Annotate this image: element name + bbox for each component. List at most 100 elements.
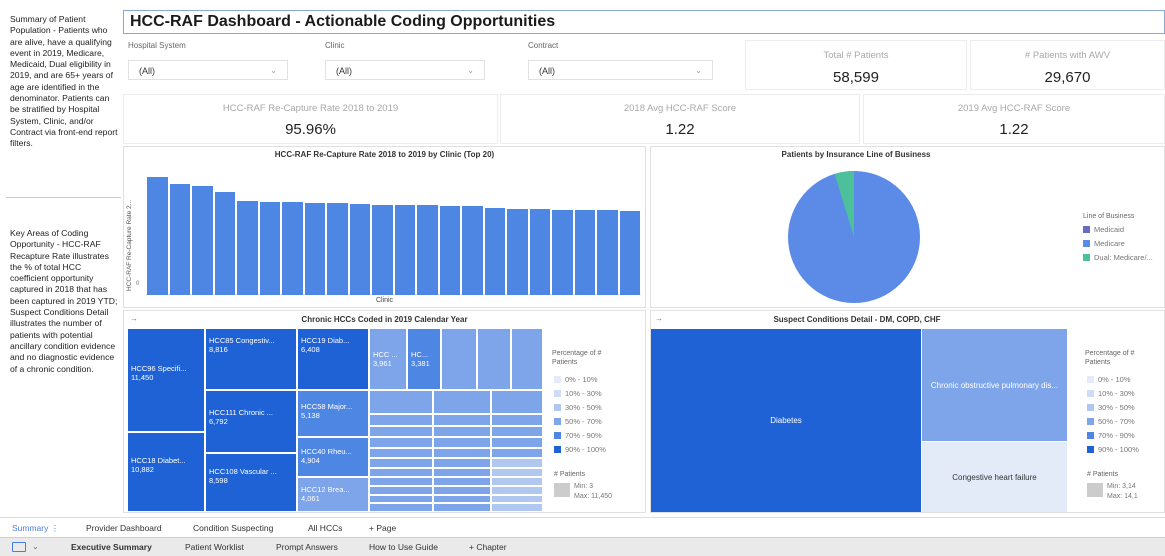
treemap-cell[interactable] xyxy=(433,414,491,426)
bar-clinic-9[interactable] xyxy=(327,202,348,295)
treemap-cell-chf[interactable]: Congestive heart failure xyxy=(921,441,1067,512)
treemap-cell[interactable] xyxy=(433,458,491,468)
treemap-cell[interactable] xyxy=(369,486,433,495)
bar-clinic-12[interactable] xyxy=(394,205,415,295)
treemap-cell[interactable]: HCC40 Rheu... 4,904 xyxy=(297,437,369,477)
pct-legend-item[interactable]: 90% - 100% xyxy=(1087,445,1139,454)
bar-clinic-17[interactable] xyxy=(507,208,528,295)
treemap-cell[interactable] xyxy=(433,437,491,448)
treemap-cell[interactable] xyxy=(477,328,511,390)
tab-provider-dashboard[interactable]: Provider Dashboard xyxy=(86,523,162,533)
legend-item-medicare[interactable]: Medicare xyxy=(1083,239,1125,248)
pct-legend-item[interactable]: 0% - 10% xyxy=(554,375,598,384)
treemap-cell-copd[interactable]: Chronic obstructive pulmonary dis... xyxy=(921,329,1067,441)
bar-clinic-2[interactable] xyxy=(169,183,190,295)
treemap-cell[interactable]: HCC18 Diabet... 10,882 xyxy=(127,432,205,512)
chapter-how-to-use-guide[interactable]: How to Use Guide xyxy=(369,542,438,552)
treemap-cell[interactable] xyxy=(433,448,491,458)
treemap-cell[interactable] xyxy=(491,458,543,468)
treemap-cell[interactable] xyxy=(433,477,491,486)
pct-legend-item[interactable]: 90% - 100% xyxy=(554,445,606,454)
treemap-cell[interactable] xyxy=(369,468,433,477)
bar-clinic-5[interactable] xyxy=(237,200,258,295)
pct-legend-item[interactable]: 0% - 10% xyxy=(1087,375,1131,384)
add-chapter-button[interactable]: + Chapter xyxy=(469,542,507,552)
treemap-cell[interactable] xyxy=(369,390,433,414)
treemap-cell[interactable] xyxy=(369,477,433,486)
treemap-cell[interactable] xyxy=(491,503,543,512)
treemap-cell[interactable] xyxy=(491,448,543,458)
treemap-cell[interactable]: HCC85 Congestiv... 8,816 xyxy=(205,328,297,390)
treemap-cell[interactable] xyxy=(369,503,433,512)
treemap-cell[interactable] xyxy=(491,495,543,503)
treemap-cell[interactable]: HCC108 Vascular ... 8,598 xyxy=(205,453,297,512)
bar-clinic-10[interactable] xyxy=(349,204,370,295)
treemap-cell[interactable] xyxy=(369,458,433,468)
treemap-cell[interactable] xyxy=(491,390,543,414)
treemap-cell[interactable] xyxy=(369,437,433,448)
pct-legend-item[interactable]: 70% - 90% xyxy=(554,431,602,440)
bar-clinic-21[interactable] xyxy=(597,209,618,295)
chapter-executive-summary[interactable]: Executive Summary xyxy=(71,542,152,552)
bar-clinic-15[interactable] xyxy=(462,206,483,295)
treemap-cell[interactable]: HCC96 Specifi... 11,450 xyxy=(127,328,205,432)
contract-select[interactable]: (All) ⌄ xyxy=(528,60,713,80)
pct-legend-item[interactable]: 50% - 70% xyxy=(554,417,602,426)
pct-legend-item[interactable]: 10% - 30% xyxy=(554,389,602,398)
bar-clinic-18[interactable] xyxy=(529,208,550,295)
bar-clinic-13[interactable] xyxy=(417,205,438,295)
bar-clinic-1[interactable] xyxy=(147,176,168,295)
pct-legend-item[interactable]: 50% - 70% xyxy=(1087,417,1135,426)
bar-clinic-20[interactable] xyxy=(574,209,595,295)
treemap-cell[interactable] xyxy=(491,414,543,426)
treemap-cell[interactable] xyxy=(511,328,543,390)
treemap-cell[interactable]: HCC19 Diab... 6,408 xyxy=(297,328,369,390)
pct-legend-item[interactable]: 30% - 50% xyxy=(554,403,602,412)
bar-clinic-3[interactable] xyxy=(192,186,213,295)
treemap-cell[interactable]: HCC ... 3,961 xyxy=(369,328,407,390)
tab-all-hccs[interactable]: All HCCs xyxy=(308,523,342,533)
bar-clinic-19[interactable] xyxy=(552,209,573,295)
hospital-system-select[interactable]: (All) ⌄ xyxy=(128,60,288,80)
chapter-prompt-answers[interactable]: Prompt Answers xyxy=(276,542,338,552)
treemap-cell[interactable]: HCC58 Major... 5,138 xyxy=(297,390,369,437)
chapter-patient-worklist[interactable]: Patient Worklist xyxy=(185,542,244,552)
treemap-cell[interactable] xyxy=(369,448,433,458)
bar-clinic-14[interactable] xyxy=(439,206,460,295)
layout-icon[interactable] xyxy=(12,542,26,552)
pct-legend-item[interactable]: 70% - 90% xyxy=(1087,431,1135,440)
treemap-cell[interactable]: HC... 3,381 xyxy=(407,328,441,390)
treemap-cell[interactable] xyxy=(441,328,477,390)
treemap-cell[interactable] xyxy=(491,486,543,495)
bar-clinic-7[interactable] xyxy=(282,201,303,295)
treemap-cell[interactable] xyxy=(433,426,491,437)
treemap-cell[interactable]: HCC12 Brea... 4,061 xyxy=(297,477,369,512)
add-page-button[interactable]: + Page xyxy=(369,523,396,533)
tab-summary[interactable]: Summary ⋮ xyxy=(12,523,59,534)
pct-legend-item[interactable]: 10% - 30% xyxy=(1087,389,1135,398)
bar-clinic-16[interactable] xyxy=(484,207,505,295)
bar-clinic-4[interactable] xyxy=(214,192,235,295)
bar-clinic-11[interactable] xyxy=(372,205,393,295)
treemap-cell[interactable] xyxy=(369,426,433,437)
treemap-cell[interactable] xyxy=(433,486,491,495)
legend-item-medicaid[interactable]: Medicaid xyxy=(1083,225,1124,234)
chevron-down-icon[interactable]: ⌄ xyxy=(32,542,39,551)
treemap-cell[interactable] xyxy=(491,426,543,437)
legend-item-dual[interactable]: Dual: Medicare/... xyxy=(1083,253,1153,262)
clinic-select[interactable]: (All) ⌄ xyxy=(325,60,485,80)
treemap-cell[interactable] xyxy=(491,477,543,486)
pct-legend-item[interactable]: 30% - 50% xyxy=(1087,403,1135,412)
bar-clinic-6[interactable] xyxy=(259,201,280,295)
treemap-cell[interactable]: HCC111 Chronic ... 6,792 xyxy=(205,390,297,453)
treemap-cell[interactable] xyxy=(369,495,433,503)
treemap-cell[interactable] xyxy=(369,414,433,426)
treemap-cell[interactable] xyxy=(433,495,491,503)
bar-clinic-8[interactable] xyxy=(304,202,325,295)
treemap-cell[interactable] xyxy=(491,468,543,477)
tab-condition-suspecting[interactable]: Condition Suspecting xyxy=(193,523,273,533)
treemap-cell[interactable] xyxy=(433,390,491,414)
bar-clinic-22[interactable] xyxy=(619,211,640,295)
treemap-cell[interactable] xyxy=(491,437,543,448)
treemap-cell[interactable] xyxy=(433,468,491,477)
